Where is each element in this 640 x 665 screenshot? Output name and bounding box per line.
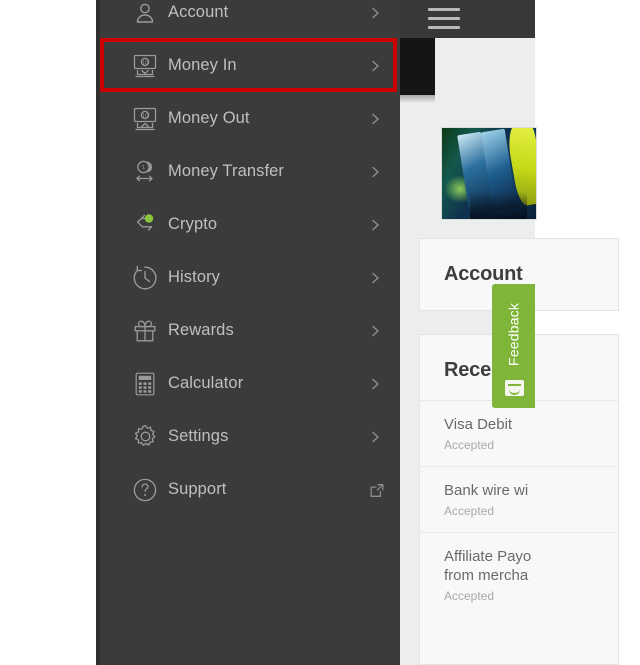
crypto-icon [122,212,168,238]
transaction-list: Visa Debit Accepted Bank wire wi Accepte… [420,400,618,617]
sidebar-item-calculator[interactable]: Calculator [100,357,400,410]
transaction-name: Affiliate Payo from mercha [444,547,532,585]
sidebar-item-label: Settings [168,427,229,445]
sidebar-item-label: Money Out [168,109,250,127]
gear-icon [122,423,168,450]
svg-text:10: 10 [142,60,148,66]
chevron-right-icon [369,377,382,390]
history-clock-icon [122,264,168,292]
status-badge: Accepted [444,437,495,452]
chevron-right-icon [369,271,382,284]
list-item[interactable]: Bank wire wi Accepted [420,465,618,532]
sidebar-item-label: Support [168,480,227,498]
sidebar-item-settings[interactable]: Settings [100,410,400,463]
calculator-icon [122,371,168,397]
sidebar-item-rewards[interactable]: Rewards [100,304,400,357]
sidebar-item-label: History [168,268,221,286]
money-transfer-icon: 1 [122,159,168,185]
chevron-right-icon [369,324,382,337]
app-screen: Account Rece Visa Debit Accepted Bank wi… [0,0,640,665]
sidebar-item-account[interactable]: Account [100,0,400,39]
list-item[interactable]: Affiliate Payo from mercha Accepted [420,531,618,618]
gift-icon [122,318,168,344]
sidebar-item-crypto[interactable]: Crypto [100,198,400,251]
money-in-icon: 10 [122,53,168,79]
sidebar-item-money-out[interactable]: 10 Money Out [100,92,400,145]
promo-thumbnail[interactable] [441,127,537,220]
sidebar-item-label: Money In [168,56,237,74]
status-badge: Accepted [444,503,495,518]
chevron-right-icon [369,430,382,443]
transaction-name: Visa Debit [444,416,513,433]
hamburger-icon[interactable] [428,8,460,30]
transaction-name: Bank wire wi [444,481,529,499]
sidebar-item-label: Money Transfer [168,162,285,180]
sidebar-item-label: Rewards [168,321,234,339]
chevron-right-icon [369,218,382,231]
person-icon [122,0,168,26]
smiley-face-icon [505,380,524,396]
navigation-drawer: Account 10 Money In 10 Money Out 1 Money… [100,0,400,665]
sidebar-item-label: Crypto [168,215,218,233]
drawer-edge [96,0,100,665]
svg-text:1: 1 [142,165,145,171]
money-out-icon: 10 [122,106,168,132]
chevron-right-icon [369,6,382,19]
sidebar-item-label: Calculator [168,374,244,392]
status-badge: Accepted [444,589,495,604]
sidebar-item-money-in[interactable]: 10 Money In [100,39,400,92]
list-item[interactable]: Visa Debit Accepted [420,400,618,466]
chevron-right-icon [369,165,382,178]
sidebar-item-money-transfer[interactable]: 1 Money Transfer [100,145,400,198]
sidebar-item-history[interactable]: History [100,251,400,304]
chevron-right-icon [369,59,382,72]
external-link-icon [369,482,384,497]
svg-text:10: 10 [142,113,148,119]
feedback-tab-label: Feedback [505,302,522,366]
sidebar-item-support[interactable]: Support [100,463,400,516]
feedback-tab[interactable]: Feedback [492,284,535,408]
account-card-title: Account [444,263,523,285]
question-circle-icon [122,477,168,503]
sidebar-item-label: Account [168,3,229,21]
chevron-right-icon [369,112,382,125]
